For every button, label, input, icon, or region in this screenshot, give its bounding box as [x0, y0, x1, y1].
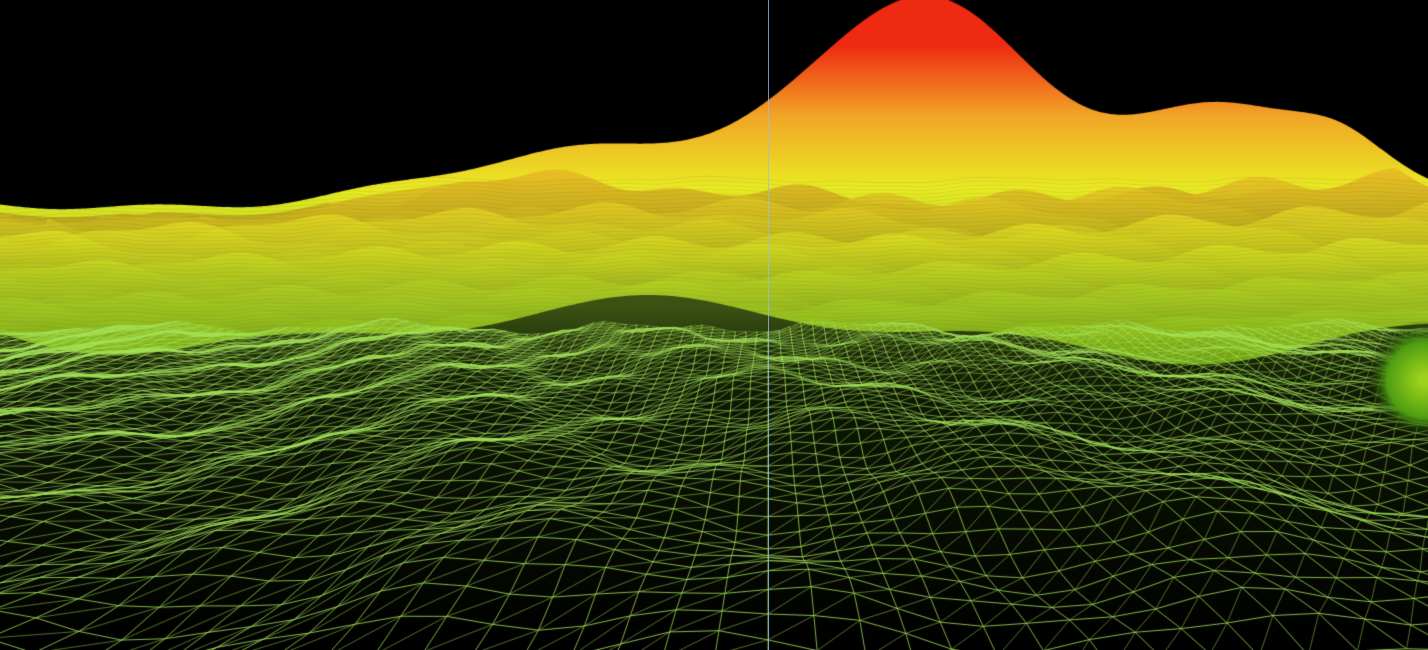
terrain-mesh-canvas[interactable] [0, 0, 1428, 650]
terrain-viewport[interactable] [0, 0, 1428, 650]
